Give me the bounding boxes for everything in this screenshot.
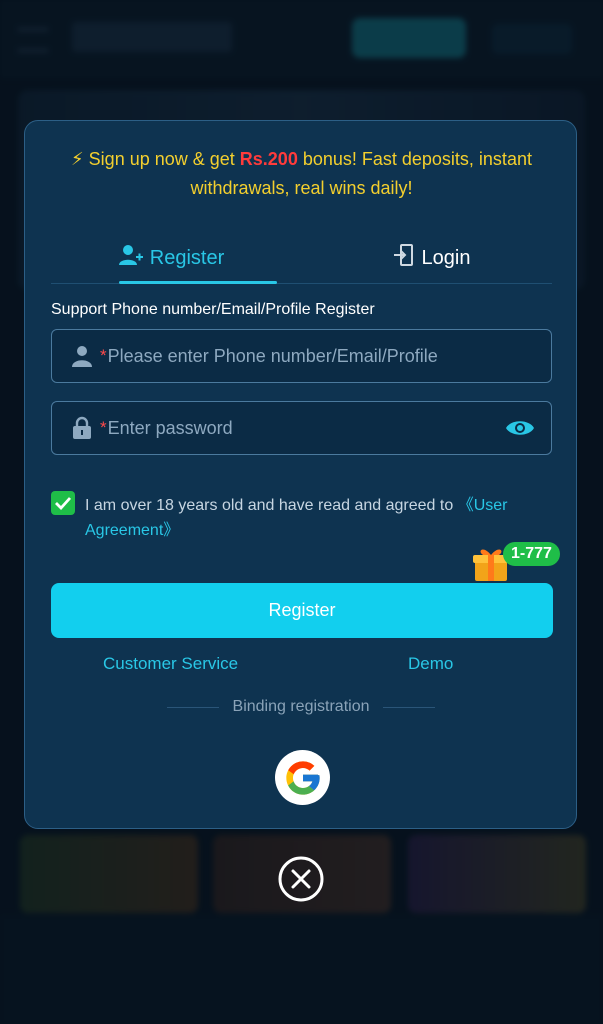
user-plus-icon — [118, 243, 144, 273]
close-icon — [278, 856, 324, 902]
tab-login-label: Login — [421, 246, 471, 269]
gift-badge: 1-777 — [503, 542, 560, 566]
password-field[interactable]: * Enter password — [51, 401, 552, 455]
promo-text-prefix: Sign up now & get — [83, 149, 240, 169]
tab-login[interactable]: Login — [351, 233, 511, 283]
binding-label: Binding registration — [232, 698, 370, 715]
lightning-icon: ⚡ — [71, 149, 84, 169]
eye-icon[interactable] — [505, 416, 535, 440]
google-login-button[interactable] — [275, 750, 330, 805]
register-modal: ⚡ Sign up now & get Rs.200 bonus! Fast d… — [24, 120, 577, 829]
divider-line — [166, 706, 219, 708]
password-placeholder: Enter password — [107, 417, 233, 438]
required-mark: * — [100, 418, 107, 437]
agreement-label: I am over 18 years old and have read and… — [85, 497, 458, 514]
divider-line — [383, 706, 436, 708]
auth-tabs: Register Login — [51, 233, 552, 284]
agreement-text: I am over 18 years old and have read and… — [85, 493, 555, 543]
check-icon — [55, 497, 72, 510]
required-mark: * — [100, 346, 107, 365]
support-label: Support Phone number/Email/Profile Regis… — [51, 301, 375, 318]
user-icon — [70, 344, 94, 368]
google-icon — [285, 760, 320, 795]
promo-banner: ⚡ Sign up now & get Rs.200 bonus! Fast d… — [45, 145, 558, 203]
register-button[interactable]: Register — [51, 583, 553, 638]
promo-amount: Rs.200 — [239, 149, 298, 169]
close-button[interactable] — [278, 856, 324, 902]
demo-link[interactable]: Demo — [408, 654, 453, 674]
account-placeholder: Please enter Phone number/Email/Profile — [107, 345, 438, 366]
tab-register[interactable]: Register — [91, 233, 251, 283]
binding-divider: Binding registration — [151, 696, 451, 718]
agreement-checkbox[interactable] — [51, 491, 75, 515]
tab-active-indicator — [119, 281, 277, 284]
lock-icon — [70, 416, 94, 440]
tab-register-label: Register — [149, 246, 225, 269]
customer-service-link[interactable]: Customer Service — [103, 654, 238, 674]
login-icon — [392, 243, 416, 273]
account-field[interactable]: * Please enter Phone number/Email/Profil… — [51, 329, 552, 383]
